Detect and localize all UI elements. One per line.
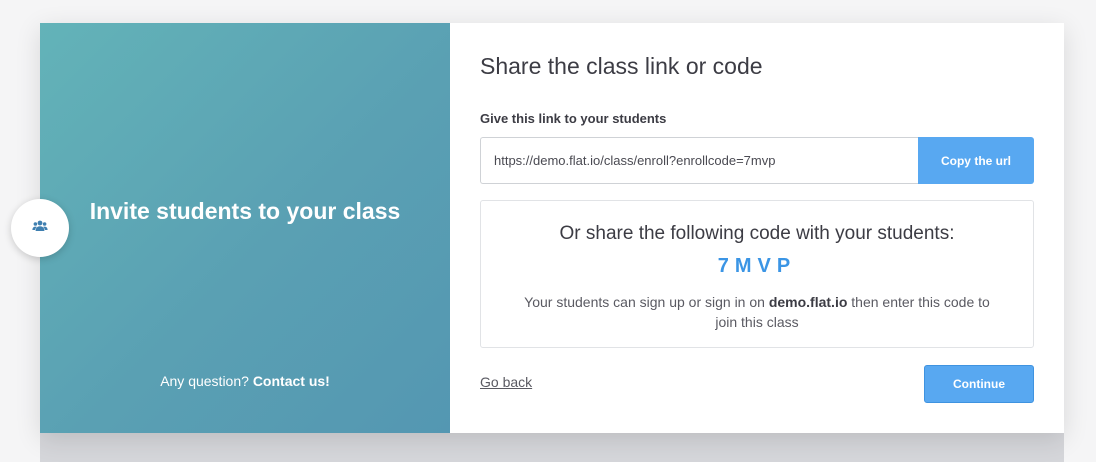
help-domain: demo.flat.io [768,294,848,310]
help-prefix: Your students can sign up or sign in on [524,294,765,310]
share-heading: Share the class link or code [480,53,763,79]
invite-title: Invite students to your class [89,198,401,224]
enroll-url-input[interactable] [480,137,918,184]
invite-modal: Invite students to your class Any questi… [40,23,1064,433]
copy-url-button[interactable]: Copy the url [918,137,1034,184]
footer-question: Any question? [160,373,249,389]
class-code: 7MVP [717,255,797,277]
students-avatar [11,199,69,257]
continue-button[interactable]: Continue [924,365,1034,403]
class-code-box: Or share the following code with your st… [480,200,1034,348]
go-back-link[interactable]: Go back [480,374,532,390]
contact-footer: Any question? Contact us! [40,373,450,389]
code-help-text: Your students can sign up or sign in on … [517,292,997,332]
share-panel: Share the class link or code Give this l… [450,23,1064,433]
users-icon [32,219,48,237]
invite-side-panel: Invite students to your class Any questi… [40,23,450,433]
link-label: Give this link to your students [480,111,667,126]
contact-us-link[interactable]: Contact us! [253,373,330,389]
code-intro: Or share the following code with your st… [559,223,955,244]
